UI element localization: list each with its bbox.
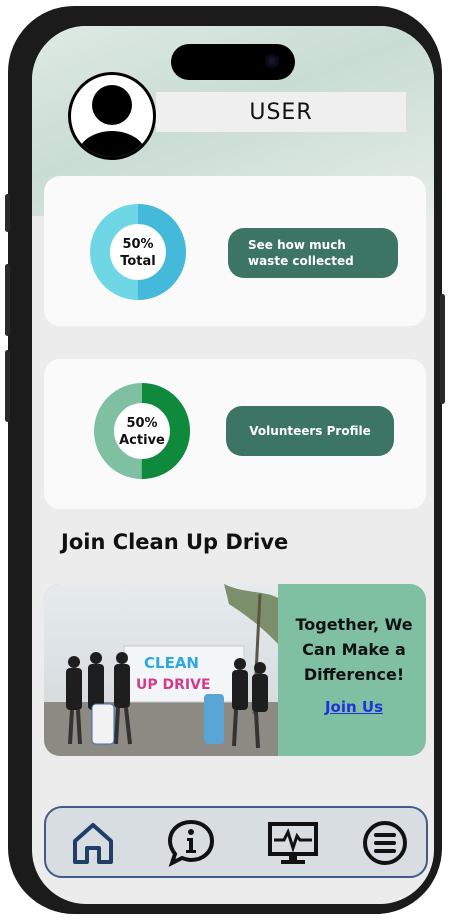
username-label: USER <box>156 92 406 132</box>
volume-up-button <box>5 264 10 336</box>
cleanup-photo: CLEAN UP DRIVE <box>44 584 278 756</box>
volunteers-profile-label: Volunteers Profile <box>249 424 371 438</box>
screen: USER 50% Total See how much waste collec… <box>32 26 434 904</box>
power-button <box>440 294 445 404</box>
user-silhouette-icon <box>78 85 146 157</box>
section-title: Join Clean Up Drive <box>61 530 289 554</box>
monitor-icon <box>268 822 318 864</box>
waste-stats-card: 50% Total See how much waste collected <box>44 176 426 326</box>
home-icon <box>73 823 113 864</box>
mute-switch <box>5 194 10 232</box>
join-us-link[interactable]: Join Us <box>284 698 424 716</box>
active-status: Active <box>119 433 165 448</box>
see-waste-collected-button[interactable]: See how much waste collected <box>228 228 398 278</box>
nav-home-button[interactable] <box>68 818 118 868</box>
cleanup-promo-card: CLEAN UP DRIVE Together, We Can Make a D… <box>44 584 426 756</box>
dynamic-island <box>171 44 295 80</box>
svg-text:UP DRIVE: UP DRIVE <box>136 677 211 693</box>
menu-icon <box>363 821 407 865</box>
nav-monitor-button[interactable] <box>266 818 320 868</box>
total-percent: 50% <box>122 237 154 252</box>
phone-frame: USER 50% Total See how much waste collec… <box>5 6 445 914</box>
nav-menu-button[interactable] <box>360 818 410 868</box>
nav-info-button[interactable] <box>166 818 216 868</box>
svg-text:CLEAN: CLEAN <box>144 654 199 672</box>
see-waste-collected-label: See how much waste collected <box>248 238 354 268</box>
avatar[interactable] <box>68 72 156 160</box>
volume-down-button <box>5 350 10 422</box>
volunteers-stats-card: 50% Active Volunteers Profile <box>44 359 426 509</box>
total-status: Total <box>120 254 156 269</box>
active-donut-label: 50% Active <box>112 415 172 449</box>
bottom-nav <box>44 806 428 878</box>
total-donut-label: 50% Total <box>108 236 168 270</box>
camera-icon <box>265 54 279 68</box>
promo-tagline: Together, We Can Make a Difference! <box>295 615 413 684</box>
info-icon <box>167 819 215 867</box>
volunteers-profile-button[interactable]: Volunteers Profile <box>226 406 394 456</box>
active-percent: 50% <box>126 416 158 431</box>
